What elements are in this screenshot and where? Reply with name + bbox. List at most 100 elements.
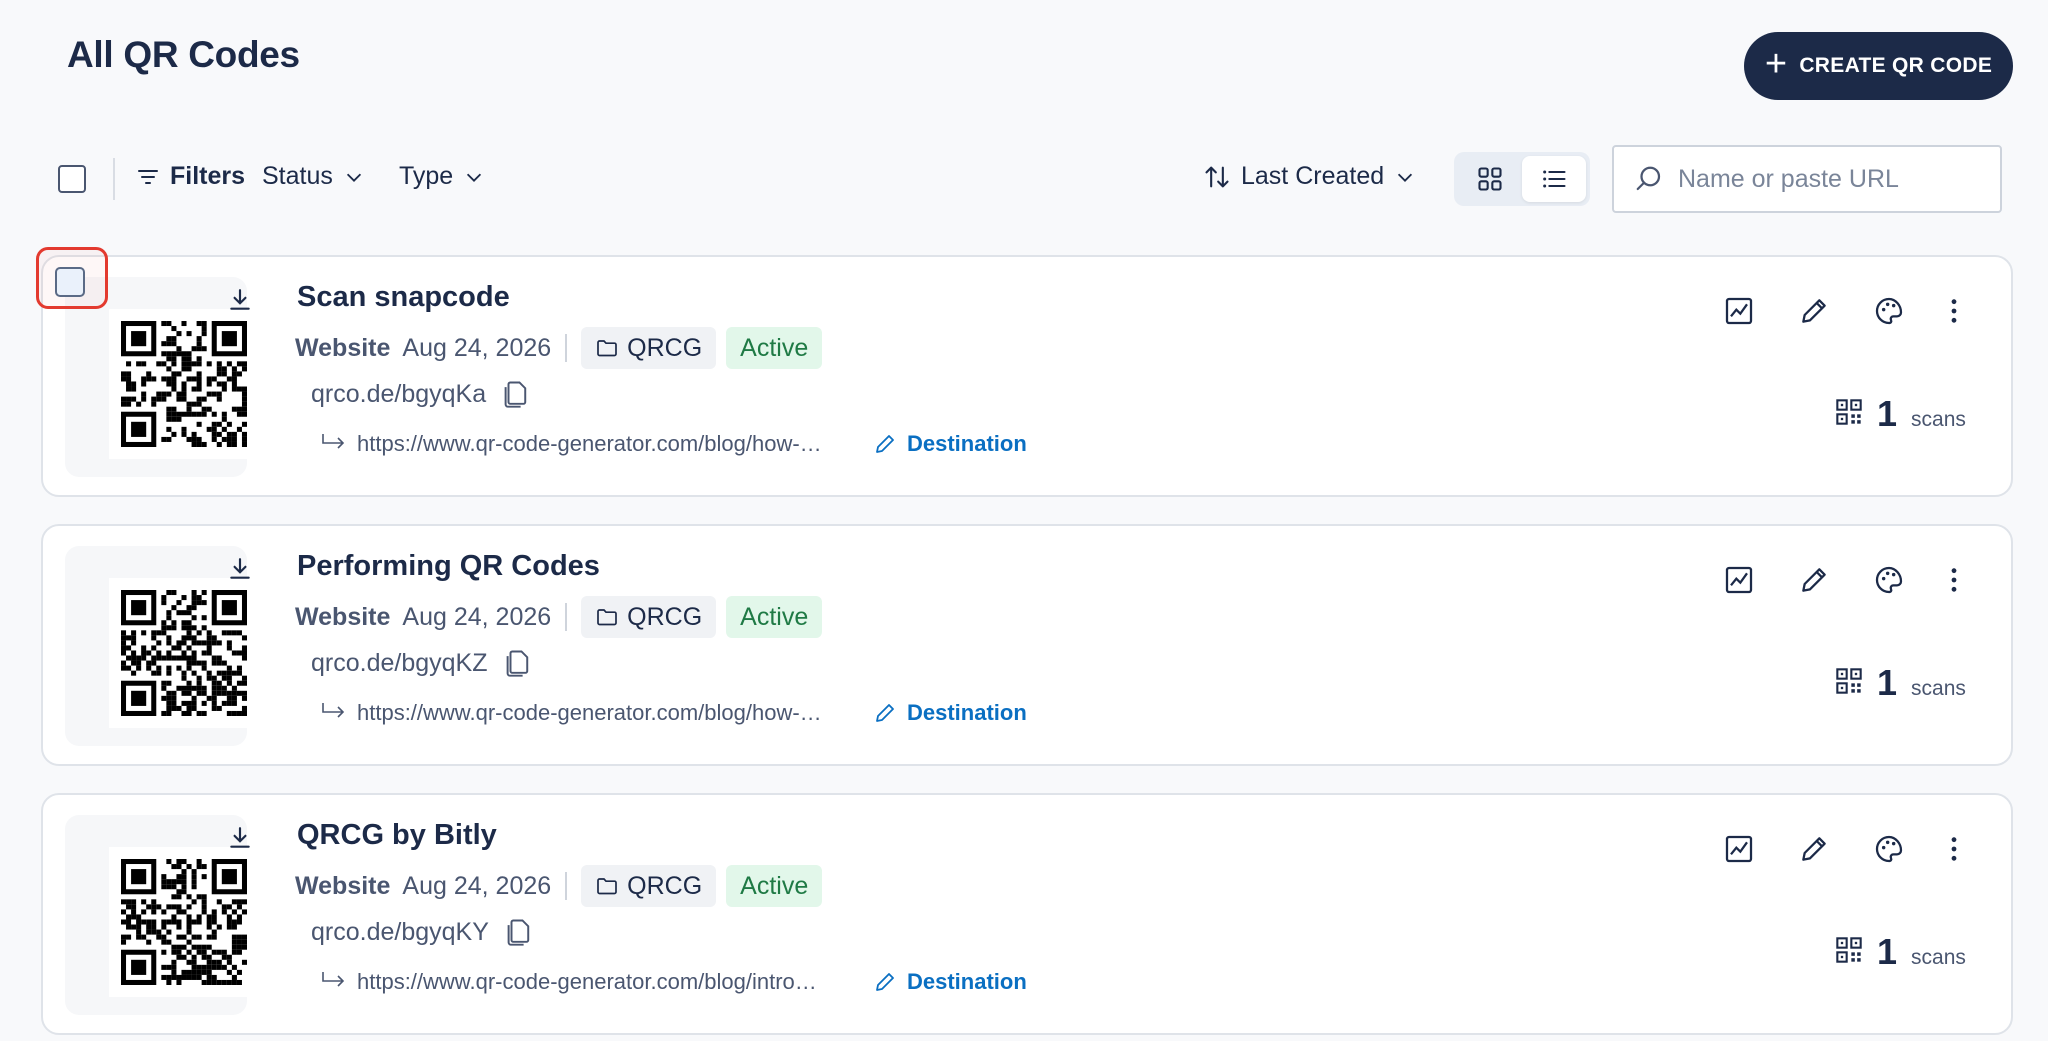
folder-chip[interactable]: QRCG bbox=[581, 327, 717, 369]
short-url-text[interactable]: qrco.de/bgyqKa bbox=[311, 380, 486, 409]
folder-name: QRCG bbox=[627, 871, 703, 900]
qr-code-image bbox=[109, 309, 259, 459]
redirect-arrow-icon bbox=[319, 432, 349, 456]
search-box bbox=[1612, 145, 2002, 213]
card-select-checkbox[interactable] bbox=[55, 267, 85, 297]
meta-divider bbox=[565, 334, 568, 362]
qr-scan-icon bbox=[1835, 398, 1863, 426]
destination-row: https://www.qr-code-generator.com/blog/h… bbox=[319, 431, 1027, 457]
scan-count: 1 scans bbox=[1835, 393, 1966, 435]
short-url: qrco.de/bgyqKY bbox=[311, 917, 533, 947]
copy-icon[interactable] bbox=[504, 648, 532, 678]
qr-code-card: Scan snapcode Website Aug 24, 2026 QRCG … bbox=[36, 247, 2013, 497]
palette-icon[interactable] bbox=[1873, 833, 1905, 865]
page-title: All QR Codes bbox=[67, 34, 300, 75]
filter-icon bbox=[136, 165, 160, 189]
chevron-down-icon bbox=[463, 166, 485, 188]
short-url: qrco.de/bgyqKa bbox=[311, 379, 530, 409]
meta-divider bbox=[565, 603, 568, 631]
sort-icon bbox=[1203, 163, 1231, 191]
scans-value: 1 bbox=[1877, 931, 1898, 972]
destination-row: https://www.qr-code-generator.com/blog/h… bbox=[319, 700, 1027, 726]
download-icon[interactable] bbox=[227, 287, 253, 313]
qr-date: Aug 24, 2026 bbox=[402, 871, 552, 900]
more-options-icon[interactable] bbox=[1946, 564, 1962, 596]
copy-icon[interactable] bbox=[505, 917, 533, 947]
folder-name: QRCG bbox=[627, 602, 703, 631]
qr-meta: Website Aug 24, 2026 QRCG Active bbox=[295, 596, 823, 638]
copy-icon[interactable] bbox=[502, 379, 530, 409]
select-all-checkbox[interactable] bbox=[58, 165, 86, 193]
qr-code-image bbox=[109, 578, 259, 728]
edit-destination-link[interactable]: Destination bbox=[873, 969, 1027, 995]
filters-label: Filters bbox=[170, 162, 246, 190]
filters-button[interactable]: Filters bbox=[136, 162, 245, 191]
qr-code-card: Performing QR Codes Website Aug 24, 2026… bbox=[41, 524, 2013, 766]
destination-label: Destination bbox=[907, 969, 1027, 994]
qr-code-name[interactable]: Scan snapcode bbox=[297, 281, 510, 314]
edit-destination-link[interactable]: Destination bbox=[873, 700, 1027, 726]
scans-label: scans bbox=[1911, 677, 1966, 700]
qr-meta: Website Aug 24, 2026 QRCG Active bbox=[295, 865, 823, 907]
edit-icon[interactable] bbox=[1798, 564, 1830, 596]
chevron-down-icon bbox=[1394, 166, 1416, 188]
destination-url: https://www.qr-code-generator.com/blog/h… bbox=[357, 700, 822, 725]
destination-url: https://www.qr-code-generator.com/blog/h… bbox=[357, 431, 822, 456]
destination-label: Destination bbox=[907, 700, 1027, 725]
short-url-text[interactable]: qrco.de/bgyqKZ bbox=[311, 649, 488, 678]
more-options-icon[interactable] bbox=[1946, 833, 1962, 865]
search-input[interactable] bbox=[1678, 164, 1978, 194]
pencil-icon bbox=[873, 701, 897, 725]
qr-scan-icon bbox=[1835, 936, 1863, 964]
stats-icon[interactable] bbox=[1723, 564, 1755, 596]
stats-icon[interactable] bbox=[1723, 833, 1755, 865]
status-dropdown-label: Status bbox=[262, 162, 333, 190]
palette-icon[interactable] bbox=[1873, 295, 1905, 327]
short-url-text[interactable]: qrco.de/bgyqKY bbox=[311, 918, 489, 947]
search-icon bbox=[1634, 164, 1664, 194]
short-url: qrco.de/bgyqKZ bbox=[311, 648, 532, 678]
scans-value: 1 bbox=[1877, 662, 1898, 703]
qr-date: Aug 24, 2026 bbox=[402, 602, 552, 631]
destination-row: https://www.qr-code-generator.com/blog/i… bbox=[319, 969, 1027, 995]
toolbar-divider bbox=[113, 158, 115, 200]
scan-count: 1 scans bbox=[1835, 662, 1966, 704]
edit-destination-link[interactable]: Destination bbox=[873, 431, 1027, 457]
folder-icon bbox=[595, 336, 619, 360]
stats-icon[interactable] bbox=[1723, 295, 1755, 327]
type-dropdown[interactable]: Type bbox=[399, 162, 485, 191]
qr-code-name[interactable]: Performing QR Codes bbox=[297, 550, 600, 583]
download-icon[interactable] bbox=[227, 556, 253, 582]
download-icon[interactable] bbox=[227, 825, 253, 851]
palette-icon[interactable] bbox=[1873, 564, 1905, 596]
meta-divider bbox=[565, 872, 568, 900]
status-badge: Active bbox=[726, 327, 823, 369]
folder-chip[interactable]: QRCG bbox=[581, 596, 717, 638]
view-toggle bbox=[1454, 152, 1590, 206]
destination-url: https://www.qr-code-generator.com/blog/i… bbox=[357, 969, 817, 994]
destination-label: Destination bbox=[907, 431, 1027, 456]
sort-dropdown[interactable]: Last Created bbox=[1203, 162, 1416, 191]
pencil-icon bbox=[873, 970, 897, 994]
chevron-down-icon bbox=[343, 166, 365, 188]
folder-icon bbox=[595, 605, 619, 629]
create-qr-code-label: CREATE QR CODE bbox=[1799, 54, 1993, 77]
grid-view-button[interactable] bbox=[1458, 156, 1522, 202]
folder-chip[interactable]: QRCG bbox=[581, 865, 717, 907]
qr-code-card: QRCG by Bitly Website Aug 24, 2026 QRCG … bbox=[41, 793, 2013, 1035]
scan-count: 1 scans bbox=[1835, 931, 1966, 973]
folder-name: QRCG bbox=[627, 333, 703, 362]
type-dropdown-label: Type bbox=[399, 162, 454, 190]
edit-icon[interactable] bbox=[1798, 833, 1830, 865]
list-view-button[interactable] bbox=[1522, 156, 1586, 202]
status-dropdown[interactable]: Status bbox=[262, 162, 365, 191]
grid-icon bbox=[1476, 165, 1504, 193]
qr-code-name[interactable]: QRCG by Bitly bbox=[297, 819, 497, 852]
qr-code-image bbox=[109, 847, 259, 997]
edit-icon[interactable] bbox=[1798, 295, 1830, 327]
redirect-arrow-icon bbox=[319, 701, 349, 725]
create-qr-code-button[interactable]: + CREATE QR CODE bbox=[1744, 32, 2013, 100]
more-options-icon[interactable] bbox=[1946, 295, 1962, 327]
qr-type: Website bbox=[295, 602, 391, 631]
qr-meta: Website Aug 24, 2026 QRCG Active bbox=[295, 327, 823, 369]
